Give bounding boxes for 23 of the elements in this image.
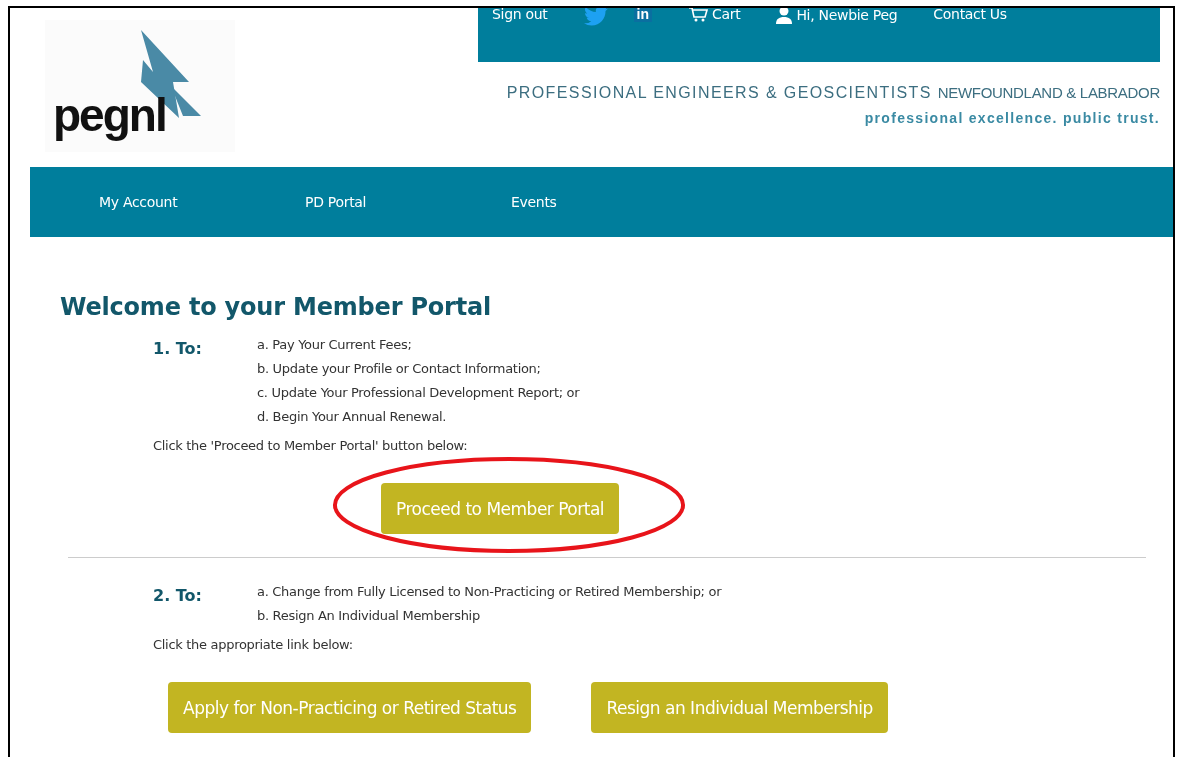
- list-item: a. Change from Fully Licensed to Non-Practicing or Retired Membership; or: [257, 584, 722, 599]
- linkedin-link[interactable]: in: [633, 8, 652, 22]
- organization-name: PROFESSIONAL ENGINEERS & GEOSCIENTISTS NEWFOUNDLAND & LABRADOR: [506, 84, 1160, 102]
- list-item: b. Resign An Individual Membership: [257, 608, 481, 623]
- section-heading: 1. To:: [153, 338, 203, 360]
- cart-link[interactable]: Cart: [687, 8, 741, 22]
- list-item: b. Update your Profile or Contact Information;: [257, 361, 542, 376]
- list-item: d. Begin Your Annual Renewal.: [257, 409, 448, 424]
- instruction-text: Click the appropriate link below:: [153, 637, 354, 652]
- nav-link[interactable]: PD Portal: [305, 194, 511, 210]
- instruction-text: Click the 'Proceed to Member Portal' button below:: [153, 438, 469, 453]
- tagline: professional excellence. public trust.: [864, 110, 1160, 126]
- top-link[interactable]: Sign out: [492, 8, 548, 22]
- bird-icon[interactable]: [583, 8, 608, 26]
- user-link[interactable]: Hi, Newbie Peg: [776, 8, 898, 24]
- page-title: Welcome to your Member Portal: [60, 293, 493, 321]
- nav-link[interactable]: Events: [511, 194, 717, 210]
- nav-link[interactable]: My Account: [99, 194, 305, 210]
- list-item: a. Pay Your Current Fees;: [257, 337, 413, 352]
- list-item: c. Update Your Professional Development Report; or: [257, 385, 580, 400]
- section-heading: 2. To:: [153, 585, 203, 607]
- top-link[interactable]: Contact Us: [933, 8, 1007, 22]
- logo[interactable]: pegnl: [45, 20, 235, 152]
